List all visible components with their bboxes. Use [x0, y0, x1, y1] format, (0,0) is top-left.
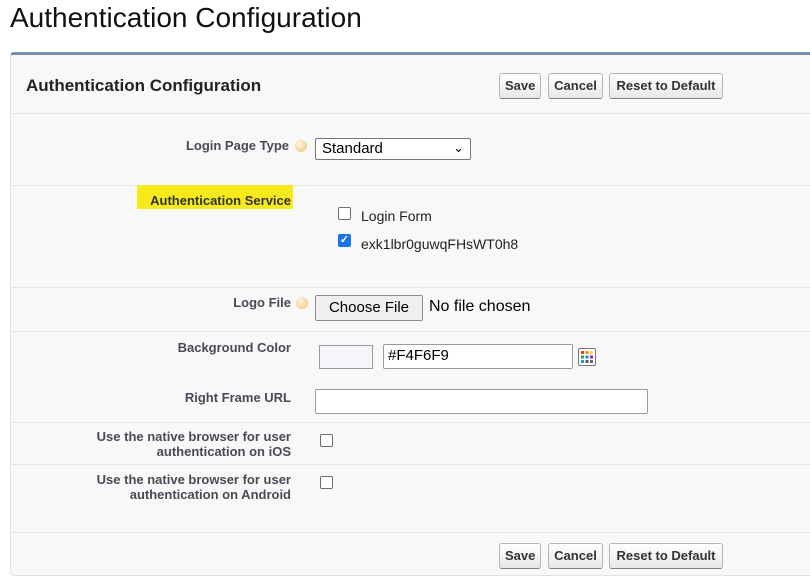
identity-provider-checkbox[interactable]: ✓	[338, 234, 351, 247]
save-button-bottom[interactable]: Save	[499, 543, 541, 569]
native-android-checkbox[interactable]	[320, 476, 333, 489]
auth-config-panel: Authentication Configuration Save Cancel…	[10, 52, 810, 576]
cancel-button-top[interactable]: Cancel	[548, 73, 603, 99]
login-form-label: Login Form	[361, 208, 432, 224]
native-ios-label-line2: authentication on iOS	[156, 444, 291, 459]
background-color-input[interactable]: #F4F6F9	[383, 344, 573, 369]
row-divider	[11, 185, 810, 186]
login-page-type-value: Standard	[322, 140, 383, 157]
logo-file-label: Logo File	[233, 295, 291, 310]
identity-provider-label: exk1lbr0guwqFHsWT0h8	[361, 236, 519, 252]
row-divider	[11, 464, 810, 465]
native-ios-label-line1: Use the native browser for user	[96, 429, 291, 444]
panel-title: Authentication Configuration	[26, 76, 262, 95]
choose-file-button[interactable]: Choose File	[315, 295, 423, 321]
right-frame-url-input[interactable]	[315, 389, 648, 414]
help-icon[interactable]	[295, 140, 307, 152]
file-status: No file chosen	[429, 298, 531, 315]
reset-to-default-button-top[interactable]: Reset to Default	[609, 73, 723, 99]
login-page-type-select[interactable]: Standard ⌄	[315, 138, 471, 160]
authentication-service-label: Authentication Service	[150, 193, 291, 208]
row-divider	[11, 331, 810, 332]
color-palette-icon[interactable]	[578, 348, 596, 366]
help-icon[interactable]	[296, 297, 308, 309]
right-frame-url-label: Right Frame URL	[184, 390, 291, 405]
background-color-label: Background Color	[177, 340, 291, 355]
native-ios-label: Use the native browser for user authenti…	[51, 429, 291, 459]
row-divider	[11, 422, 810, 423]
native-android-label: Use the native browser for user authenti…	[51, 472, 291, 502]
cancel-button-bottom[interactable]: Cancel	[548, 543, 603, 569]
background-color-swatch[interactable]	[319, 345, 373, 369]
chevron-down-icon: ⌄	[453, 140, 464, 155]
login-form-checkbox[interactable]	[338, 207, 351, 220]
native-android-label-line1: Use the native browser for user	[96, 472, 291, 487]
reset-to-default-button-bottom[interactable]: Reset to Default	[609, 543, 723, 569]
footer-divider	[11, 532, 810, 533]
panel-header: Authentication Configuration Save Cancel…	[11, 55, 810, 114]
row-divider	[11, 287, 810, 288]
login-page-type-label: Login Page Type	[185, 138, 289, 153]
native-android-label-line2: authentication on Android	[129, 487, 291, 502]
page-title: Authentication Configuration	[10, 2, 362, 33]
save-button-top[interactable]: Save	[499, 73, 541, 99]
native-ios-checkbox[interactable]	[320, 434, 333, 447]
